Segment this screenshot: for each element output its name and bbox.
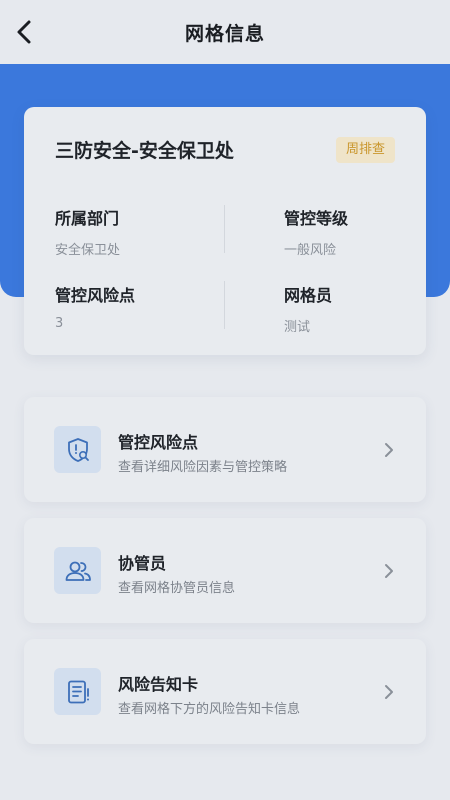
chevron-right-icon xyxy=(385,685,393,699)
menu-item-risk-points[interactable]: 管控风险点 查看详细风险因素与管控策略 xyxy=(24,397,426,502)
field-label: 所属部门 xyxy=(55,209,120,228)
notice-card-icon xyxy=(54,668,101,715)
divider xyxy=(224,281,225,329)
field-value: 一般风险 xyxy=(284,243,337,258)
field-value: 安全保卫处 xyxy=(55,243,121,258)
menu-subtitle: 查看网格协管员信息 xyxy=(118,581,236,596)
field-label: 管控风险点 xyxy=(55,286,136,305)
users-icon xyxy=(54,547,101,594)
menu-item-risk-notice-card[interactable]: 风险告知卡 查看网格下方的风险告知卡信息 xyxy=(24,639,426,744)
chevron-right-icon xyxy=(385,564,393,578)
menu-subtitle: 查看网格下方的风险告知卡信息 xyxy=(118,702,301,717)
grid-info-page: 网格信息 三防安全-安全保卫处 周排查 所属部门 安全保卫处 管控等级 一般风险… xyxy=(0,0,450,800)
field-value: 测试 xyxy=(284,320,311,335)
shield-search-icon xyxy=(54,426,101,473)
field-risk-points: 管控风险点 3 xyxy=(55,282,135,331)
chevron-left-icon xyxy=(17,20,31,44)
back-button[interactable] xyxy=(6,14,42,50)
menu-title: 管控风险点 xyxy=(118,433,199,452)
menu-subtitle: 查看详细风险因素与管控策略 xyxy=(118,460,288,475)
field-label: 网格员 xyxy=(284,286,333,305)
menu-title: 风险告知卡 xyxy=(118,675,199,694)
field-label: 管控等级 xyxy=(284,209,349,228)
navbar: 网格信息 xyxy=(0,0,450,64)
field-value: 3 xyxy=(55,316,64,331)
grid-info-card: 三防安全-安全保卫处 周排查 所属部门 安全保卫处 管控等级 一般风险 管控风险… xyxy=(24,107,426,355)
grid-name: 三防安全-安全保卫处 xyxy=(55,140,234,162)
divider xyxy=(224,205,225,253)
field-department: 所属部门 安全保卫处 xyxy=(55,205,120,258)
page-title: 网格信息 xyxy=(184,22,265,45)
field-grid-member: 网格员 测试 xyxy=(284,282,332,335)
menu-item-assistants[interactable]: 协管员 查看网格协管员信息 xyxy=(24,518,426,623)
field-control-level: 管控等级 一般风险 xyxy=(284,205,348,258)
chevron-right-icon xyxy=(385,443,393,457)
inspection-cycle-badge: 周排查 xyxy=(335,137,395,163)
menu-title: 协管员 xyxy=(118,554,167,573)
